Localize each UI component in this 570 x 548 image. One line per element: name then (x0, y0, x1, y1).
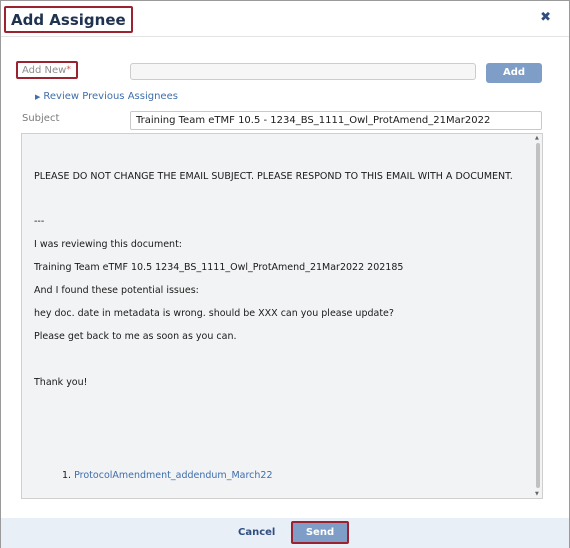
subject-input[interactable]: Training Team eTMF 10.5 - 1234_BS_1111_O… (130, 111, 542, 130)
close-icon[interactable]: ✖ (540, 11, 551, 25)
dialog-header: Add Assignee ✖ (1, 1, 569, 37)
message-line: --- (34, 216, 45, 227)
add-new-label-text: Add New (22, 65, 67, 76)
send-button[interactable]: Send (291, 521, 349, 544)
scrollbar-thumb[interactable] (536, 143, 540, 488)
review-previous-assignees-link[interactable]: ▶ Review Previous Assignees (35, 90, 178, 104)
add-new-input[interactable] (130, 63, 476, 80)
subject-label: Subject (22, 113, 60, 124)
add-button[interactable]: Add (486, 63, 542, 83)
cancel-button[interactable]: Cancel (238, 527, 275, 538)
add-assignee-dialog: Add Assignee ✖ Add New* Add ▶ Review Prev… (0, 0, 570, 548)
add-new-label: Add New* (16, 61, 78, 79)
message-line: Please get back to me as soon as you can… (34, 331, 237, 342)
message-scrollbar[interactable]: ▲ ▼ (535, 135, 541, 497)
message-line: Training Team eTMF 10.5 1234_BS_1111_Owl… (34, 262, 404, 273)
dialog-footer (1, 518, 569, 548)
message-line: PLEASE DO NOT CHANGE THE EMAIL SUBJECT. … (34, 171, 513, 182)
message-line: Thank you! (34, 377, 88, 388)
message-body[interactable]: PLEASE DO NOT CHANGE THE EMAIL SUBJECT. … (21, 133, 543, 499)
attachment-number: 1. (62, 470, 72, 481)
dialog-title: Add Assignee (4, 6, 133, 33)
message-line: hey doc. date in metadata is wrong. shou… (34, 308, 394, 319)
attachment-item: 1. ProtocolAmendment_addendum_March22 (62, 470, 273, 481)
caret-right-icon: ▶ (35, 93, 41, 101)
required-asterisk: * (66, 65, 71, 75)
message-line: And I found these potential issues: (34, 285, 199, 296)
message-line: I was reviewing this document: (34, 239, 182, 250)
attachment-link[interactable]: ProtocolAmendment_addendum_March22 (74, 470, 272, 481)
scroll-down-icon[interactable]: ▼ (535, 491, 539, 497)
scroll-up-icon[interactable]: ▲ (535, 135, 539, 141)
review-link-label: Review Previous Assignees (43, 91, 178, 102)
